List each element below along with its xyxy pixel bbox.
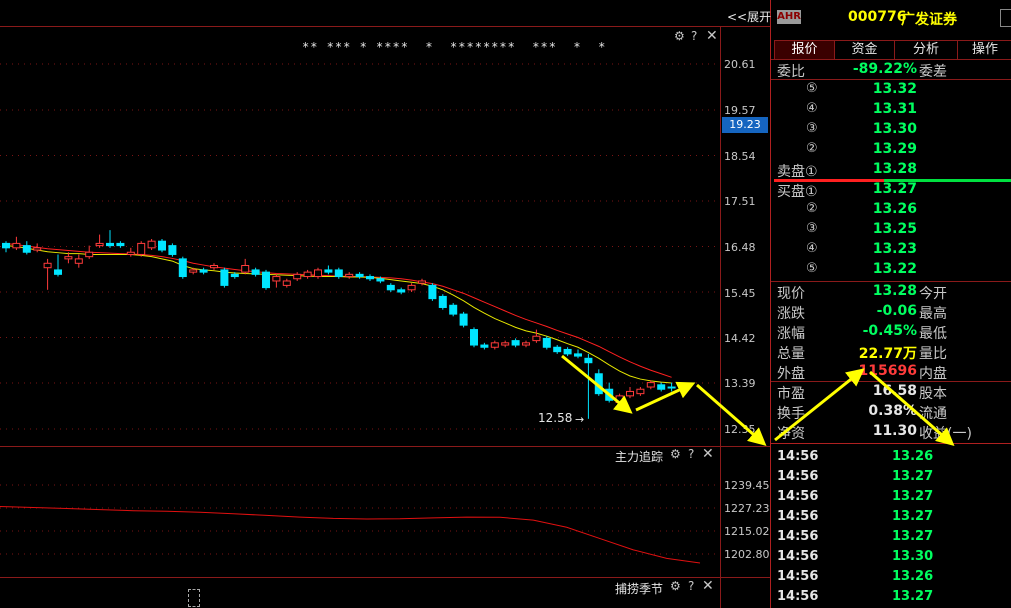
arrow-down-3 [869,370,955,446]
arrow-up-2 [774,368,865,442]
arrow-up-1 [635,381,696,412]
annotation-arrows [561,354,955,446]
arrow-down-1 [561,354,633,414]
arrow-down-2 [696,383,767,446]
